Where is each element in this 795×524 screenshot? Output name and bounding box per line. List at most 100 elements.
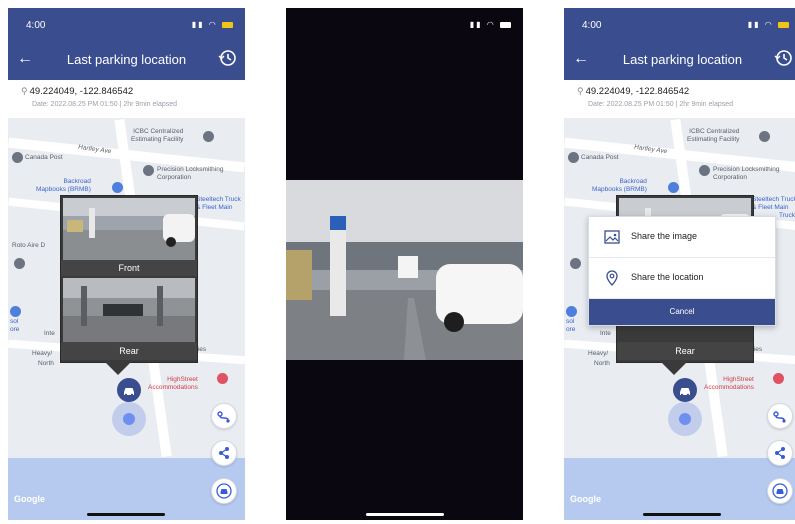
car-icon[interactable] [673,378,697,402]
location-pin-icon [606,270,618,286]
map-poi-icon[interactable] [699,165,710,176]
map-label-precision: Precision Locksmithing Corporation [157,166,224,181]
status-icons: ▮▮ ◠ [470,20,511,29]
battery-icon [778,21,789,28]
map-label-canada-post: Canada Post [581,154,619,161]
map-label-inte: Inte [44,330,55,337]
status-icons: ▮▮ ◠ [192,20,233,29]
cancel-button[interactable]: Cancel [589,299,775,325]
coordinates: ⚲ 49.224049, -122.846542 [577,86,690,97]
map-label-icbc: ICBC Centralized Estimating Facility [687,128,740,143]
share-sheet: Share the image Share the location Cance… [588,216,776,326]
share-icon[interactable] [211,440,237,466]
map-poi-icon[interactable] [568,152,579,163]
battery-icon [222,21,233,28]
map-label-truck: Truck [779,212,795,219]
water-area [564,458,795,520]
wifi-icon: ◠ [208,20,218,29]
google-logo: Google [570,494,601,504]
battery-icon [500,21,511,28]
home-indicator [366,513,444,516]
map-poi-icon[interactable] [203,131,214,142]
rear-photo-label: Rear [61,342,197,360]
map-poi-icon[interactable] [668,182,679,193]
parked-date: Date: 2022.08.25 PM 01:50 | 2hr 9min ela… [32,101,178,108]
map-label-heavy: Heavy/ [588,350,609,357]
map-poi-icon[interactable] [773,373,784,384]
share-location-option[interactable]: Share the location [589,258,775,299]
water-area [8,458,245,520]
map-poi-icon[interactable] [759,131,770,142]
route-icon[interactable] [767,403,793,429]
map-label-backroad: Backroad Mapbooks (BRMB) [36,178,91,193]
location-info: ⚲ 49.224049, -122.846542 Date: 2022.08.25… [8,80,245,118]
status-time: 4:00 [582,20,602,31]
app-header: 4:00 ▮▮ ◠ ← Last parking location [564,8,795,80]
wifi-icon: ◠ [486,20,496,29]
car-location-dot [679,413,691,425]
location-pin-icon: ⚲ [577,86,584,96]
map-poi-icon[interactable] [14,258,25,269]
map-label-precision: Precision Locksmithing Corporation [713,166,780,181]
coordinates: ⚲ 49.224049, -122.846542 [21,86,134,97]
parking-photos-card[interactable]: Front Rear [60,195,198,363]
front-photo[interactable] [63,198,195,260]
rear-photo-label: Rear [617,342,753,360]
parked-date: Date: 2022.08.25 PM 01:50 | 2hr 9min ela… [588,101,734,108]
map-poi-icon[interactable] [112,182,123,193]
map-label-canada-post: Canada Post [25,154,63,161]
car-icon[interactable] [117,378,141,402]
map-label-heavy: Heavy/ [32,350,53,357]
map-label-backroad: Backroad Mapbooks (BRMB) [592,178,647,193]
image-icon [604,230,620,244]
map-label-inte: Inte [600,330,611,337]
home-indicator [643,513,721,516]
share-location-label: Share the location [631,272,704,282]
wifi-icon: ◠ [764,20,774,29]
recenter-car-icon[interactable] [211,478,237,504]
fullscreen-parking-photo[interactable] [286,180,523,360]
map-poi-icon[interactable] [143,165,154,176]
popup-pointer [104,361,132,375]
map-label-highstreet: HighStreet Accommodations [148,376,198,391]
rear-photo[interactable] [63,278,195,342]
map-poi-icon[interactable] [570,258,581,269]
home-indicator [87,513,165,516]
location-pin-icon: ⚲ [21,86,28,96]
map-label-north: North [594,360,610,367]
route-icon[interactable] [211,403,237,429]
page-title: Last parking location [66,52,187,67]
map-poi-icon[interactable] [217,373,228,384]
signal-icon: ▮▮ [469,20,483,29]
signal-icon: ▮▮ [191,20,205,29]
phone-screen-share: 4:00 ▮▮ ◠ ← Last parking location ⚲ 49.22… [564,8,795,520]
map-label-north: North [38,360,54,367]
signal-icon: ▮▮ [747,20,761,29]
map-label-icbc: ICBC Centralized Estimating Facility [131,128,184,143]
front-photo-label: Front [61,260,197,276]
map-label-sol: sol ore [10,318,20,333]
location-info: ⚲ 49.224049, -122.846542 Date: 2022.08.25… [564,80,795,118]
car-location-dot [123,413,135,425]
status-icons: ▮▮ ◠ [748,20,789,29]
history-icon[interactable] [774,48,794,68]
map-poi-icon[interactable] [12,152,23,163]
map-label-roto: Roto Aire D [12,242,46,249]
page-title: Last parking location [622,52,743,67]
share-image-option[interactable]: Share the image [589,217,775,258]
map-label-sol: sol ore [566,318,576,333]
status-time: 4:00 [26,20,46,31]
map-label-highstreet: HighStreet Accommodations [704,376,754,391]
map-poi-icon[interactable] [10,306,21,317]
map-poi-icon[interactable] [566,306,577,317]
map-label-steeltech: Steeltech Truck & Fleet Main [752,196,795,211]
history-icon[interactable] [218,48,238,68]
recenter-car-icon[interactable] [767,478,793,504]
phone-screen-fullscreen-photo: ▮▮ ◠ [286,8,523,520]
share-icon[interactable] [767,440,793,466]
phone-screen-photos: 4:00 ▮▮ ◠ ← Last parking location ⚲ 49.22… [8,8,245,520]
app-header: 4:00 ▮▮ ◠ ← Last parking location [8,8,245,80]
map-label-steeltech: Steeltech Truck & Fleet Main [196,196,241,211]
share-image-label: Share the image [631,231,698,241]
map-view[interactable]: ICBC Centralized Estimating Facility Cana… [8,118,245,520]
